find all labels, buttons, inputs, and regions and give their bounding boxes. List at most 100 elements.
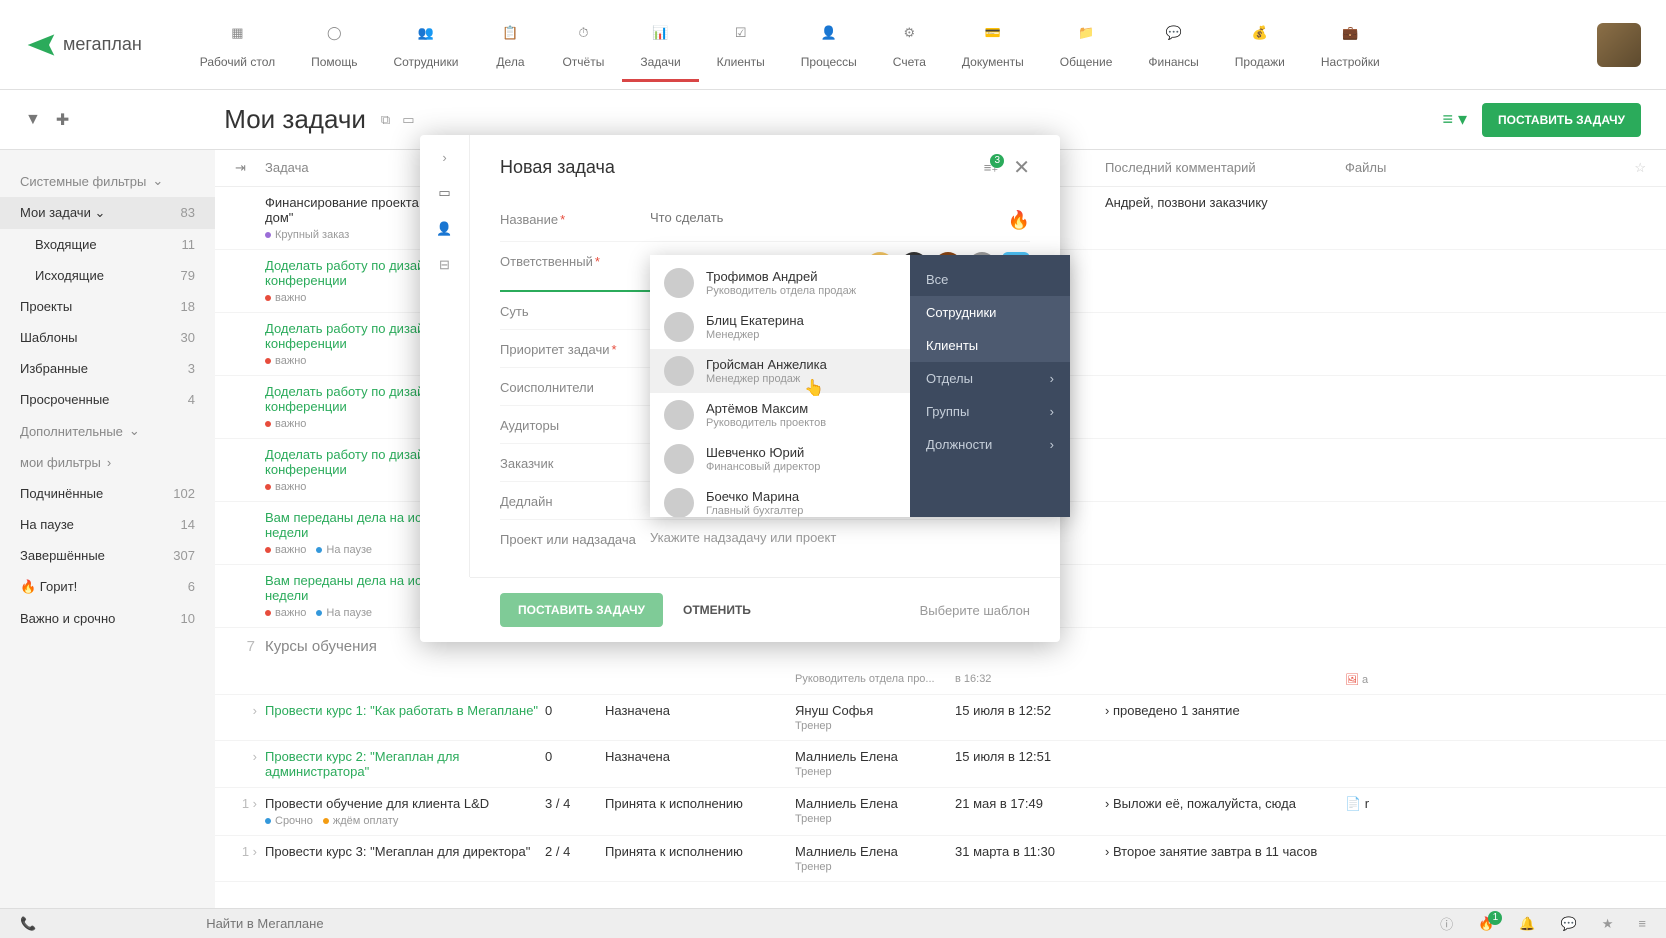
nav-label: Отчёты xyxy=(562,55,604,69)
chevron-right-icon[interactable]: › xyxy=(442,150,446,165)
submit-button[interactable]: ПОСТАВИТЬ ЗАДАЧУ xyxy=(500,593,663,627)
nav-icon: ☑ xyxy=(725,17,757,49)
filter-tab[interactable]: Отделы› xyxy=(910,362,1070,395)
person-option[interactable]: Боечко МаринаГлавный бухгалтер xyxy=(650,481,910,517)
sidebar-item[interactable]: Просроченные4 xyxy=(0,384,215,415)
nav-item-0[interactable]: ▦Рабочий стол xyxy=(182,7,293,82)
filter-icon[interactable]: ▼ xyxy=(25,111,41,129)
fire-notification-icon[interactable]: 🔥1 xyxy=(1478,916,1494,932)
nav-label: Продажи xyxy=(1235,55,1285,69)
page-title: Мои задачи xyxy=(224,104,366,135)
sidebar-item[interactable]: Исходящие79 xyxy=(0,260,215,291)
table-row[interactable]: ›Провести курс 1: "Как работать в Мегапл… xyxy=(215,695,1666,741)
task-title[interactable]: Провести курс 1: "Как работать в Мегапла… xyxy=(265,703,545,718)
table-row[interactable]: 1 ›Провести курс 3: "Мегаплан для директ… xyxy=(215,836,1666,882)
nav-icon: 👤 xyxy=(813,17,845,49)
nav-item-11[interactable]: 💬Финансы xyxy=(1130,7,1216,82)
user-avatar[interactable] xyxy=(1597,23,1641,67)
nav-item-6[interactable]: ☑Клиенты xyxy=(699,7,783,82)
col-header-comment[interactable]: Последний комментарий xyxy=(1105,160,1345,176)
nav-item-9[interactable]: 💳Документы xyxy=(944,7,1042,82)
sidebar-item[interactable]: Мои задачи ⌄83 xyxy=(0,197,215,229)
field-project[interactable]: Проект или надзадачаУкажите надзадачу ил… xyxy=(500,520,1030,557)
nav-item-10[interactable]: 📁Общение xyxy=(1042,7,1131,82)
sidebar-item[interactable]: На паузе14 xyxy=(0,509,215,540)
name-input[interactable] xyxy=(650,210,1008,225)
template-select[interactable]: Выберите шаблон xyxy=(920,603,1030,618)
nav-item-13[interactable]: 💼Настройки xyxy=(1303,7,1398,82)
filter-tab[interactable]: Группы› xyxy=(910,395,1070,428)
person-option[interactable]: Гройсман АнжеликаМенеджер продаж xyxy=(650,349,910,393)
person-tab-icon[interactable]: 👤 xyxy=(436,221,452,237)
footer-bar: 📞 ⓘ 🔥1 🔔 💬 ★ ≡ xyxy=(0,908,1666,938)
sidebar-section-additional[interactable]: Дополнительные ⌄ xyxy=(0,415,215,447)
nav-label: Дела xyxy=(496,55,524,69)
nav-icon: 💬 xyxy=(1158,17,1190,49)
card-tab-icon[interactable]: ▭ xyxy=(438,185,450,201)
table-row[interactable]: 1 ›Провести обучение для клиента L&DСроч… xyxy=(215,788,1666,836)
chevron-right-icon: › xyxy=(1050,371,1054,386)
close-icon[interactable]: ✕ xyxy=(1013,155,1030,180)
sidebar-item[interactable]: Избранные3 xyxy=(0,353,215,384)
card-icon[interactable]: ▭ xyxy=(402,112,414,128)
logo-icon xyxy=(25,29,57,61)
person-option[interactable]: Шевченко ЮрийФинансовый директор xyxy=(650,437,910,481)
person-option[interactable]: Трофимов АндрейРуководитель отдела прода… xyxy=(650,261,910,305)
person-option[interactable]: Артёмов МаксимРуководитель проектов xyxy=(650,393,910,437)
hierarchy-tab-icon[interactable]: ⊟ xyxy=(439,257,450,273)
sidebar-item[interactable]: Важно и срочно10 xyxy=(0,603,215,634)
filter-tab[interactable]: Клиенты xyxy=(910,329,1070,362)
nav-label: Общение xyxy=(1060,55,1113,69)
sidebar-item[interactable]: Шаблоны30 xyxy=(0,322,215,353)
nav-item-12[interactable]: 💰Продажи xyxy=(1217,7,1303,82)
sidebar-item[interactable]: Входящие11 xyxy=(0,229,215,260)
avatar xyxy=(664,488,694,517)
nav-item-3[interactable]: 📋Дела xyxy=(476,7,544,82)
task-title[interactable]: Провести обучение для клиента L&D xyxy=(265,796,545,811)
nav-icon: ⏱ xyxy=(567,17,599,49)
bell-icon[interactable]: 🔔 xyxy=(1519,916,1535,932)
fire-priority-icon[interactable]: 🔥 xyxy=(1008,210,1030,231)
chevron-right-icon: › xyxy=(1050,437,1054,452)
chat-icon[interactable]: 💬 xyxy=(1561,916,1577,932)
favorite-icon[interactable]: ★ xyxy=(1602,916,1614,932)
task-title[interactable]: Провести курс 3: "Мегаплан для директора… xyxy=(265,844,545,859)
filter-tab[interactable]: Сотрудники xyxy=(910,296,1070,329)
nav-item-7[interactable]: 👤Процессы xyxy=(783,7,875,82)
nav-item-2[interactable]: 👥Сотрудники xyxy=(375,7,476,82)
create-task-button[interactable]: ПОСТАВИТЬ ЗАДАЧУ xyxy=(1482,103,1641,137)
cancel-button[interactable]: ОТМЕНИТЬ xyxy=(683,603,751,617)
sidebar-item[interactable]: 🔥 Горит!6 xyxy=(0,571,215,603)
sidebar-section-system[interactable]: Системные фильтры ⌄ xyxy=(0,165,215,197)
global-search-input[interactable] xyxy=(206,916,382,931)
sidebar-item[interactable]: Подчинённые102 xyxy=(0,478,215,509)
nav-label: Документы xyxy=(962,55,1024,69)
image-file-icon[interactable]: 🖼 xyxy=(1345,674,1359,686)
logo[interactable]: мегаплан xyxy=(25,29,142,61)
menu-icon[interactable]: ≡ xyxy=(1638,916,1646,931)
copy-icon[interactable]: ⧉ xyxy=(381,112,390,128)
nav-item-8[interactable]: ⚙Счета xyxy=(875,7,944,82)
nav-item-4[interactable]: ⏱ Отчёты xyxy=(544,7,622,82)
list-badge-icon[interactable]: ≡₊3 xyxy=(984,160,998,176)
filter-tab[interactable]: Все xyxy=(910,263,1070,296)
view-toggle-icon[interactable]: ≡ ▾ xyxy=(1442,109,1467,130)
nav-item-1[interactable]: ◯Помощь xyxy=(293,7,375,82)
person-option[interactable]: Блиц ЕкатеринаМенеджер xyxy=(650,305,910,349)
task-title[interactable]: Провести курс 2: "Мегаплан для администр… xyxy=(265,749,545,779)
sidebar-item[interactable]: Завершённые307 xyxy=(0,540,215,571)
nav-icon: 💼 xyxy=(1334,17,1366,49)
file-icon[interactable]: 📄 xyxy=(1345,796,1361,811)
nav-item-5[interactable]: 📊Задачи xyxy=(622,7,698,82)
expand-column-icon[interactable]: ⇥ xyxy=(235,160,265,176)
alert-icon[interactable]: ⓘ xyxy=(1440,914,1453,933)
col-header-files[interactable]: Файлы xyxy=(1345,160,1445,176)
table-row[interactable]: Руководитель отдела про... в 16:32 🖼 a xyxy=(215,665,1666,695)
sidebar-section-myfilters[interactable]: мои фильтры › xyxy=(0,447,215,478)
star-icon[interactable]: ☆ xyxy=(1634,160,1646,176)
add-filter-icon[interactable]: ✚ xyxy=(56,110,69,130)
filter-tab[interactable]: Должности› xyxy=(910,428,1070,461)
sidebar-item[interactable]: Проекты18 xyxy=(0,291,215,322)
table-row[interactable]: ›Провести курс 2: "Мегаплан для админист… xyxy=(215,741,1666,788)
phone-icon[interactable]: 📞 xyxy=(20,916,36,932)
